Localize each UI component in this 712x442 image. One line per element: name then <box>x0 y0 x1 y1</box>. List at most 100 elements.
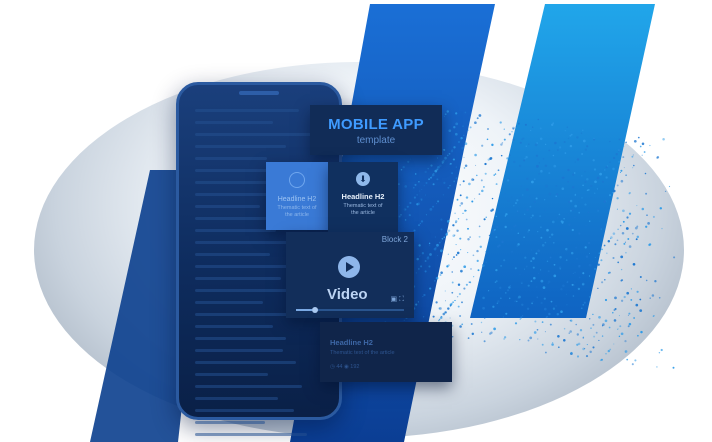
particle-dot <box>605 353 607 355</box>
particle-dot <box>418 224 420 227</box>
subtitles-icon[interactable]: ▣ <box>391 296 398 303</box>
particle-dot <box>413 196 416 199</box>
article-card-bottom[interactable]: Headline H2 Thematic text of the article… <box>320 322 452 382</box>
article-card-headline[interactable]: ⬇ Headline H2 Thematic text of the articl… <box>328 162 398 234</box>
particle-dot <box>424 260 427 262</box>
particle-dot <box>501 142 504 144</box>
particle-dot <box>503 259 506 262</box>
particle-dot <box>590 197 592 199</box>
particle-dot <box>518 164 522 168</box>
particle-dot <box>574 204 578 208</box>
article-card-left[interactable]: Headline H2 Thematic text of the article <box>266 162 328 230</box>
particle-dot <box>623 295 626 299</box>
particle-dot <box>548 192 552 196</box>
particle-dot <box>569 209 572 212</box>
particle-dot <box>631 232 634 235</box>
particle-dot <box>491 197 494 200</box>
particle-dot <box>436 178 439 181</box>
video-progress-knob[interactable] <box>312 307 319 313</box>
particle-dot <box>578 276 581 279</box>
particle-dot <box>471 332 475 336</box>
particle-dot <box>446 110 450 113</box>
particle-dot <box>495 183 498 186</box>
card-meta: ◷ 44 ◉ 192 <box>330 364 360 370</box>
particle-dot <box>465 283 468 286</box>
particle-dot <box>558 146 562 149</box>
particle-dot <box>595 331 598 334</box>
video-controls[interactable]: ▣ ⛶ <box>391 295 404 304</box>
particle-dot <box>456 198 459 201</box>
particle-dot <box>429 208 433 211</box>
particle-dot <box>619 171 622 174</box>
particle-dot <box>433 279 436 282</box>
particle-dot <box>495 215 498 218</box>
particle-dot <box>487 128 489 130</box>
particle-dot <box>567 180 570 183</box>
particle-dot <box>476 174 478 177</box>
fullscreen-icon[interactable]: ⛶ <box>399 296 404 303</box>
particle-dot <box>419 255 421 257</box>
particle-dot <box>545 316 548 319</box>
particle-dot <box>614 308 617 310</box>
particle-dot <box>577 342 581 346</box>
particle-dot <box>407 160 410 163</box>
particle-dot <box>544 164 548 168</box>
particle-dot <box>447 231 449 233</box>
particle-dot <box>459 204 462 207</box>
particle-dot <box>596 176 600 180</box>
particle-dot <box>496 280 498 282</box>
particle-dot <box>434 246 437 250</box>
particle-dot <box>572 272 575 275</box>
particle-dot <box>406 205 409 208</box>
particle-dot <box>415 272 417 274</box>
particle-dot <box>581 197 583 199</box>
particle-dot <box>479 245 482 248</box>
particle-dot <box>631 363 634 366</box>
particle-dot <box>442 159 445 162</box>
particle-dot <box>402 165 405 169</box>
particle-dot <box>527 339 530 342</box>
particle-dot <box>570 319 573 322</box>
particle-dot <box>453 146 456 149</box>
particle-dot <box>540 279 544 283</box>
particle-dot <box>641 154 643 156</box>
particle-dot <box>604 319 608 323</box>
particle-dot <box>538 173 541 175</box>
particle-dot <box>449 305 452 307</box>
particle-dot <box>541 321 544 323</box>
particle-dot <box>581 152 584 156</box>
particle-dot <box>524 256 527 259</box>
particle-dot <box>454 212 456 215</box>
particle-dot <box>634 226 638 230</box>
particle-dot <box>463 287 466 290</box>
particle-dot <box>581 175 583 177</box>
particle-dot <box>416 194 418 196</box>
screen-text-line <box>195 253 271 256</box>
particle-dot <box>576 136 579 139</box>
particle-dot <box>542 157 545 160</box>
particle-dot <box>459 315 462 317</box>
particle-dot <box>632 262 636 266</box>
particle-dot <box>549 256 552 259</box>
particle-dot <box>514 267 517 270</box>
video-card[interactable]: Block 2 Video ▣ ⛶ <box>286 232 414 318</box>
play-icon[interactable] <box>338 256 360 278</box>
screen-text-line <box>195 289 292 292</box>
particle-dot <box>461 301 463 304</box>
particle-dot <box>634 359 637 362</box>
particle-dot <box>492 305 495 308</box>
particle-dot <box>633 139 637 143</box>
particle-dot <box>656 366 658 368</box>
particle-dot <box>505 312 508 315</box>
particle-dot <box>553 263 556 266</box>
particle-dot <box>609 140 611 143</box>
particle-dot <box>582 336 585 338</box>
particle-dot <box>597 287 599 289</box>
particle-dot <box>526 177 529 180</box>
particle-dot <box>491 143 494 147</box>
particle-dot <box>537 338 539 340</box>
particle-dot <box>525 156 528 159</box>
particle-dot <box>592 346 595 349</box>
particle-dot <box>452 336 454 338</box>
particle-dot <box>473 276 475 278</box>
